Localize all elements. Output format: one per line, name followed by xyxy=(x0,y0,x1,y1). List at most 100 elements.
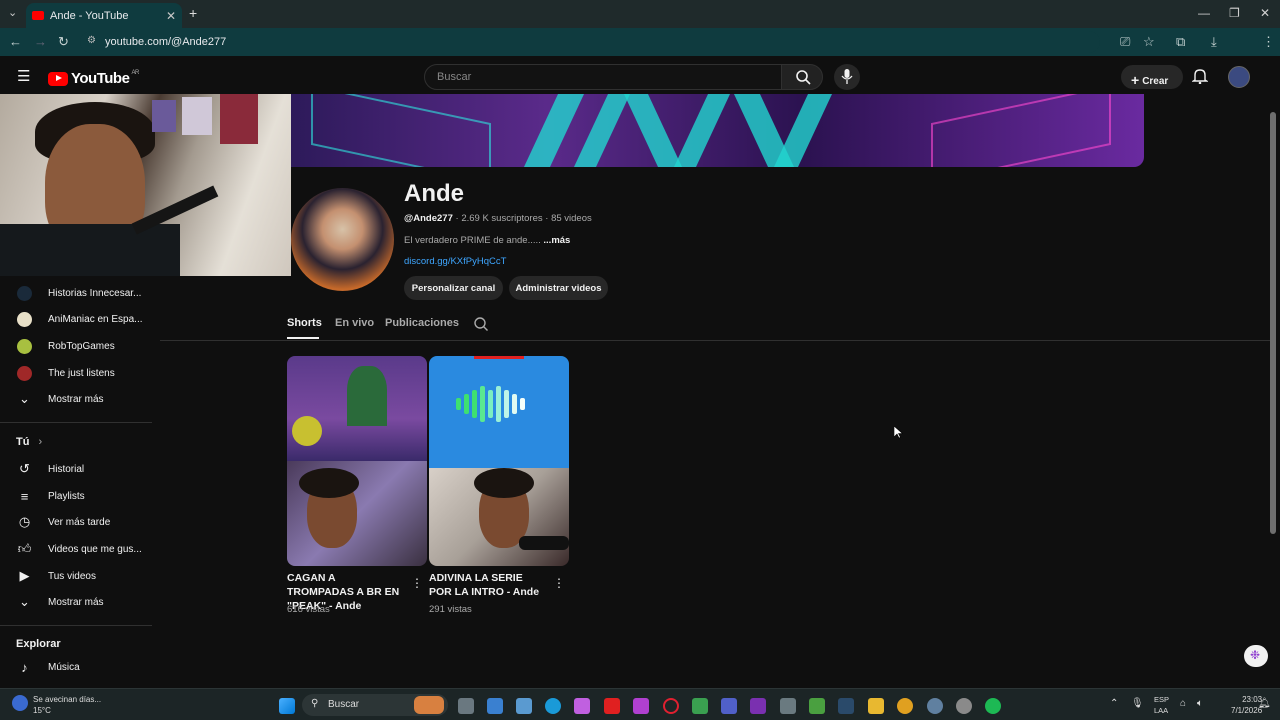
url-field[interactable]: ⚙ youtube.com/@Ande277 xyxy=(80,31,1100,53)
mail-icon[interactable] xyxy=(487,698,503,714)
app-icon[interactable] xyxy=(838,698,854,714)
taskbar-search-label: Buscar xyxy=(328,699,360,710)
customize-channel-button[interactable]: Personalizar canal xyxy=(404,276,503,300)
sidebar-item-label: Mostrar más xyxy=(48,596,104,608)
sidebar-divider xyxy=(0,625,152,626)
sidebar-item-subscription[interactable]: AniManiac en Espa... xyxy=(0,306,152,332)
site-info-icon[interactable]: ⚙ xyxy=(87,35,96,46)
short-views: 291 vistas xyxy=(429,604,472,615)
language-indicator[interactable]: ESP LAA xyxy=(1154,694,1169,716)
short-thumbnail[interactable] xyxy=(287,356,427,566)
app-icon-2[interactable] xyxy=(956,698,972,714)
network-icon[interactable]: ⌂ xyxy=(1180,698,1186,709)
close-tab-icon[interactable]: ✕ xyxy=(166,9,176,23)
store-icon[interactable] xyxy=(780,698,796,714)
teams-icon[interactable] xyxy=(721,698,737,714)
page-scrollbar[interactable] xyxy=(1270,112,1276,534)
taskbar-search[interactable]: ⚲ Buscar xyxy=(302,694,448,716)
active-tab-indicator xyxy=(287,337,319,339)
task-view-icon[interactable] xyxy=(458,698,474,714)
onenote-icon[interactable] xyxy=(750,698,766,714)
forward-icon[interactable]: → xyxy=(34,34,47,49)
short-thumbnail[interactable] xyxy=(429,356,569,566)
mic-tray-icon[interactable]: 🎙︎ xyxy=(1131,698,1144,709)
short-title[interactable]: ADIVINA LA SERIE POR LA INTRO - Ande xyxy=(429,571,545,599)
new-tab-button[interactable]: + xyxy=(189,5,197,21)
thumbs-up-icon: 👍︎ xyxy=(17,541,32,556)
create-button[interactable]: + Crear xyxy=(1121,65,1183,89)
back-icon[interactable]: ← xyxy=(9,34,22,49)
notification-icon[interactable]: 🔔︎ xyxy=(1258,698,1271,709)
lang-line1: ESP xyxy=(1154,695,1170,704)
channel-avatar-large[interactable] xyxy=(291,188,394,291)
minimize-icon[interactable]: — xyxy=(1198,6,1210,20)
notifications-bell-icon[interactable] xyxy=(1192,68,1208,84)
assistant-floating-button[interactable]: ❉ xyxy=(1244,645,1268,667)
streamer-hair xyxy=(474,468,534,498)
show-more-subscriptions[interactable]: ⌄ Mostrar más xyxy=(0,386,152,412)
bookmark-star-icon[interactable]: ☆ xyxy=(1143,34,1155,50)
more-options-icon[interactable]: ⋮ xyxy=(553,576,565,590)
file-explorer-icon[interactable] xyxy=(868,698,884,714)
manage-videos-button[interactable]: Administrar videos xyxy=(509,276,608,300)
sidebar-item-liked-videos[interactable]: 👍︎ Videos que me gus... xyxy=(0,536,152,562)
restore-icon[interactable]: ❐ xyxy=(1229,6,1240,20)
sidebar-item-subscription[interactable]: Historias Innecesar... xyxy=(0,280,152,306)
channel-search-icon[interactable] xyxy=(473,316,489,332)
volume-icon[interactable]: 🔈︎ xyxy=(1197,698,1203,709)
weather-icon[interactable] xyxy=(12,695,28,711)
chrome-icon[interactable] xyxy=(897,698,913,714)
search-input[interactable]: Buscar xyxy=(424,64,782,90)
download-icon[interactable]: ⤓ xyxy=(1211,34,1217,50)
sidebar-item-playlists[interactable]: ≡ Playlists xyxy=(0,483,152,509)
chevron-right-icon: › xyxy=(38,436,43,448)
tab-posts[interactable]: Publicaciones xyxy=(385,317,459,329)
tray-chevron-up-icon[interactable]: ⌃ xyxy=(1110,698,1118,709)
spotify-icon[interactable] xyxy=(985,698,1001,714)
tab-list-icon[interactable]: ⌄ xyxy=(8,6,17,19)
browser-menu-icon[interactable]: ⋮ xyxy=(1262,34,1275,50)
edge-icon[interactable] xyxy=(545,698,561,714)
windows-start-icon[interactable] xyxy=(279,698,295,714)
copilot-icon[interactable] xyxy=(574,698,590,714)
weather-widget[interactable]: Se avecinan días... 15°C xyxy=(33,694,101,716)
search-button[interactable] xyxy=(781,64,823,90)
sidebar-item-watch-later[interactable]: ◷ Ver más tarde xyxy=(0,509,152,535)
more-options-icon[interactable]: ⋮ xyxy=(411,576,423,590)
sidebar-item-music[interactable]: ♪ Música xyxy=(0,654,152,680)
browser-tab[interactable]: Ande - YouTube ✕ xyxy=(26,3,182,28)
sidebar-item-label: Playlists xyxy=(48,490,85,502)
vpn-shield-icon[interactable] xyxy=(692,698,708,714)
cast-icon[interactable]: ⎚ xyxy=(1120,34,1130,50)
show-more-you[interactable]: ⌄ Mostrar más xyxy=(0,589,152,615)
channel-name: Ande xyxy=(404,180,464,207)
sidebar-item-subscription[interactable]: The just listens xyxy=(0,360,152,386)
youtube-logo[interactable]: YouTube AR xyxy=(48,70,139,87)
sidebar-item-history[interactable]: ↺ Historial xyxy=(0,456,152,482)
sidebar-item-your-videos[interactable]: ▶ Tus videos xyxy=(0,563,152,589)
opera-icon[interactable] xyxy=(663,698,679,714)
sidebar-item-label: Tus videos xyxy=(48,570,96,582)
you-section-heading[interactable]: Tú › xyxy=(16,436,42,448)
account-avatar[interactable] xyxy=(1228,66,1250,88)
voice-search-button[interactable] xyxy=(834,64,860,90)
close-window-icon[interactable]: ✕ xyxy=(1260,6,1270,20)
photos-icon[interactable] xyxy=(516,698,532,714)
sidebar-item-subscription[interactable]: RobTopGames xyxy=(0,333,152,359)
reload-icon[interactable]: ↻ xyxy=(58,34,69,50)
more-link[interactable]: ...más xyxy=(543,235,570,246)
tab-live[interactable]: En vivo xyxy=(335,317,374,329)
youtube-app-icon[interactable] xyxy=(604,698,620,714)
m365-icon[interactable] xyxy=(633,698,649,714)
tab-shorts[interactable]: Shorts xyxy=(287,317,322,329)
weather-text: Se avecinan días... xyxy=(33,695,102,704)
windows-taskbar: Se avecinan días... 15°C ⚲ Buscar ⌃ 🎙︎ E… xyxy=(0,688,1280,720)
hamburger-menu-icon[interactable]: ☰ xyxy=(17,67,30,85)
minecraft-icon[interactable] xyxy=(809,698,825,714)
extensions-icon[interactable]: ⧉ xyxy=(1176,34,1185,50)
brain-icon: ❉ xyxy=(1250,648,1261,662)
channel-description[interactable]: El verdadero PRIME de ande..... ...más xyxy=(404,235,570,246)
chrome-profile-icon[interactable] xyxy=(927,698,943,714)
poster-1 xyxy=(152,100,176,132)
channel-link[interactable]: discord.gg/KXfPyHqCcT xyxy=(404,256,506,267)
